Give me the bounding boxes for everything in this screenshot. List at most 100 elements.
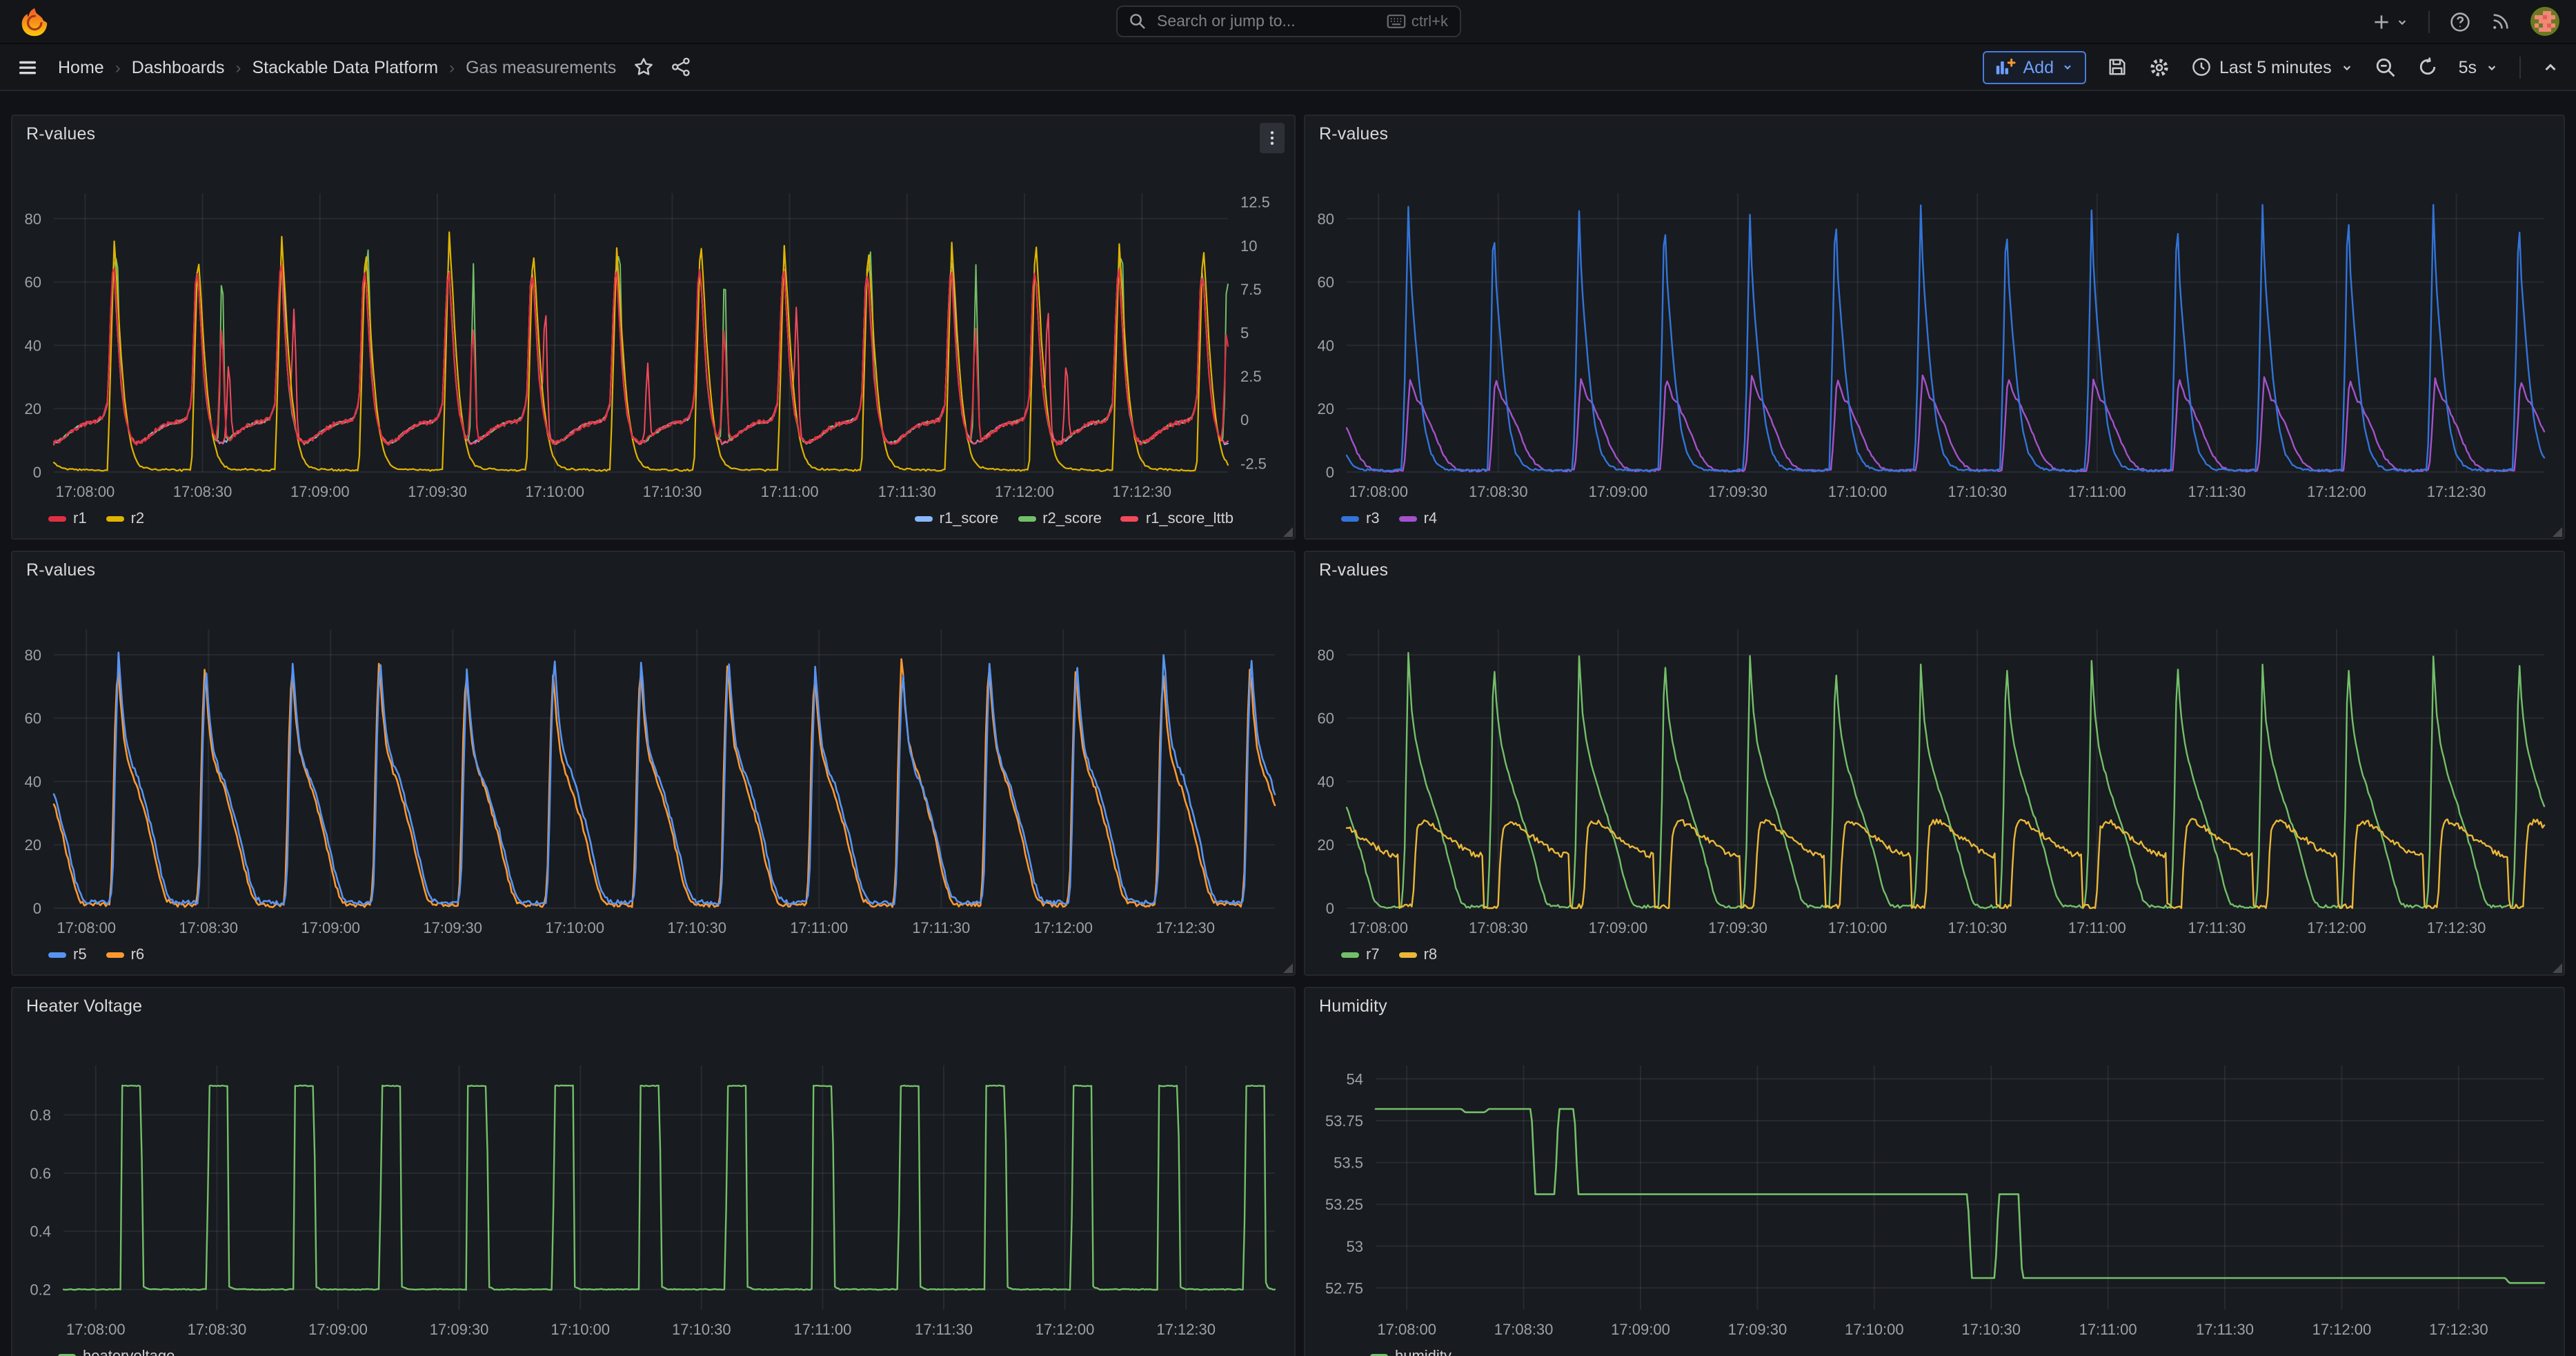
series-r8-line	[1347, 818, 2544, 907]
search-icon	[1128, 12, 1146, 30]
resize-handle[interactable]	[1283, 527, 1293, 536]
legend-item-humidity[interactable]: humidity	[1370, 1346, 1452, 1356]
y-axis-tick-label: 80	[25, 210, 41, 227]
y-axis-tick-label: 60	[1318, 709, 1334, 727]
settings-icon	[2148, 56, 2170, 78]
legend-series-label: humidity	[1395, 1346, 1452, 1356]
x-axis-tick-label: 17:10:30	[672, 1320, 731, 1337]
y-axis-tick-label: 80	[25, 646, 41, 663]
avatar[interactable]	[2530, 7, 2559, 36]
y-axis-tick-label: 53.5	[1334, 1154, 1363, 1171]
legend-series-swatch	[48, 952, 66, 957]
share-icon[interactable]	[670, 57, 691, 77]
breadcrumb-folder[interactable]: Stackable Data Platform	[252, 57, 439, 77]
panel-legend: r7 r8	[1341, 945, 2550, 964]
timeseries-chart[interactable]: 02040608017:08:0017:08:3017:09:0017:09:3…	[12, 551, 1294, 976]
zoom-out-button[interactable]	[2375, 56, 2397, 78]
time-range-picker[interactable]: Last 5 minutes	[2190, 57, 2354, 77]
series-r3-line	[1347, 204, 2544, 471]
x-axis-tick-label: 17:11:30	[915, 1320, 973, 1337]
legend-series-swatch	[1399, 515, 1417, 521]
legend-item-r7[interactable]: r7	[1341, 945, 1380, 964]
legend-series-swatch	[1018, 515, 1036, 521]
legend-item-r1[interactable]: r1	[48, 509, 87, 528]
timeseries-chart[interactable]: 0.20.40.60.817:08:0017:08:3017:09:0017:0…	[12, 987, 1294, 1356]
x-axis-tick-label: 17:12:30	[2429, 1320, 2488, 1337]
star-icon[interactable]	[633, 57, 653, 77]
y-axis-tick-label: 40	[1318, 336, 1334, 353]
panel-heater-voltage: Heater Voltage 0.20.40.60.817:08:0017:08…	[11, 986, 1296, 1356]
x-axis-tick-label: 17:09:00	[308, 1320, 368, 1337]
x-axis-tick-label: 17:10:30	[1948, 482, 2007, 500]
search-shortcut: ctrl+k	[1387, 13, 1448, 30]
legend-item-r6[interactable]: r6	[106, 945, 145, 964]
x-axis-tick-label: 17:10:00	[1828, 918, 1888, 936]
x-axis-tick-label: 17:10:30	[1948, 918, 2007, 936]
help-button[interactable]	[2449, 10, 2471, 32]
dashboard-settings-button[interactable]	[2148, 56, 2170, 78]
panel-legend: heatervoltage	[58, 1346, 1280, 1356]
refresh-interval-picker[interactable]: 5s	[2459, 57, 2499, 77]
breadcrumb-home[interactable]: Home	[58, 57, 104, 77]
legend-item-r1_score_lttb[interactable]: r1_score_lttb	[1121, 509, 1233, 528]
legend-series-swatch	[1341, 515, 1359, 521]
legend-series-swatch	[915, 515, 933, 521]
legend-series-swatch	[1399, 952, 1417, 957]
legend-item-r3[interactable]: r3	[1341, 509, 1380, 528]
collapse-toolbar-button[interactable]	[2542, 58, 2559, 76]
legend-series-label: r3	[1366, 509, 1380, 528]
series-heatervoltage-line	[63, 1085, 1275, 1289]
divider	[2519, 56, 2521, 78]
legend-item-heatervoltage[interactable]: heatervoltage	[58, 1346, 175, 1356]
resize-handle[interactable]	[2553, 963, 2562, 972]
x-axis-tick-label: 17:08:30	[188, 1320, 247, 1337]
x-axis-tick-label: 17:09:00	[1589, 482, 1648, 500]
grafana-app: ctrl+k Home › Dashboards ›	[0, 0, 2576, 1356]
resize-handle[interactable]	[1283, 963, 1293, 972]
legend-item-r2[interactable]: r2	[106, 509, 145, 528]
timeseries-chart[interactable]: 02040608017:08:0017:08:3017:09:0017:09:3…	[1305, 115, 2564, 540]
y-axis-right-tick-label: 7.5	[1240, 280, 1262, 297]
legend-item-r2_score[interactable]: r2_score	[1018, 509, 1102, 528]
plus-icon	[2372, 12, 2391, 31]
breadcrumb-dashboards[interactable]: Dashboards	[132, 57, 225, 77]
x-axis-tick-label: 17:08:00	[57, 918, 116, 936]
x-axis-tick-label: 17:12:00	[1036, 1320, 1095, 1337]
y-axis-tick-label: 0.4	[30, 1222, 51, 1239]
y-axis-tick-label: 0	[1326, 899, 1334, 916]
mega-menu-button[interactable]	[17, 56, 39, 78]
x-axis-tick-label: 17:08:30	[1469, 918, 1528, 936]
legend-item-r5[interactable]: r5	[48, 945, 87, 964]
news-button[interactable]	[2490, 11, 2511, 32]
legend-series-label: r1_score	[940, 509, 999, 528]
save-dashboard-button[interactable]	[2106, 57, 2127, 77]
timeseries-chart[interactable]: 020406080-2.502.557.51012.517:08:0017:08…	[12, 115, 1294, 540]
add-button[interactable]: Add	[1983, 50, 2086, 83]
timeseries-chart[interactable]: 52.755353.2553.553.755417:08:0017:08:301…	[1305, 987, 2564, 1356]
legend-series-label: r1_score_lttb	[1146, 509, 1233, 528]
refresh-button[interactable]	[2417, 57, 2438, 77]
x-axis-tick-label: 17:09:00	[1611, 1320, 1670, 1337]
search-input[interactable]	[1154, 12, 1387, 31]
y-axis-tick-label: 0	[33, 463, 41, 480]
global-search[interactable]: ctrl+k	[1116, 6, 1460, 37]
menu-icon	[17, 56, 39, 78]
legend-item-r4[interactable]: r4	[1399, 509, 1438, 528]
y-axis-tick-label: 60	[25, 273, 41, 291]
resize-handle[interactable]	[2553, 527, 2562, 536]
timeseries-chart[interactable]: 02040608017:08:0017:08:3017:09:0017:09:3…	[1305, 551, 2564, 976]
legend-item-r1_score[interactable]: r1_score	[915, 509, 999, 528]
grafana-logo[interactable]	[19, 6, 50, 37]
time-range-label: Last 5 minutes	[2219, 57, 2332, 77]
collapse-icon	[2542, 58, 2559, 76]
x-axis-tick-label: 17:12:00	[2307, 482, 2366, 500]
legend-series-label: heatervoltage	[83, 1346, 175, 1356]
legend-item-r8[interactable]: r8	[1399, 945, 1438, 964]
x-axis-tick-label: 17:12:30	[2427, 918, 2486, 936]
new-menu-button[interactable]	[2372, 12, 2409, 31]
x-axis-tick-label: 17:08:30	[1494, 1320, 1554, 1337]
x-axis-tick-label: 17:08:00	[1377, 1320, 1436, 1337]
x-axis-tick-label: 17:10:00	[1828, 482, 1888, 500]
legend-series-swatch	[1121, 515, 1139, 521]
x-axis-tick-label: 17:11:00	[2068, 918, 2126, 936]
